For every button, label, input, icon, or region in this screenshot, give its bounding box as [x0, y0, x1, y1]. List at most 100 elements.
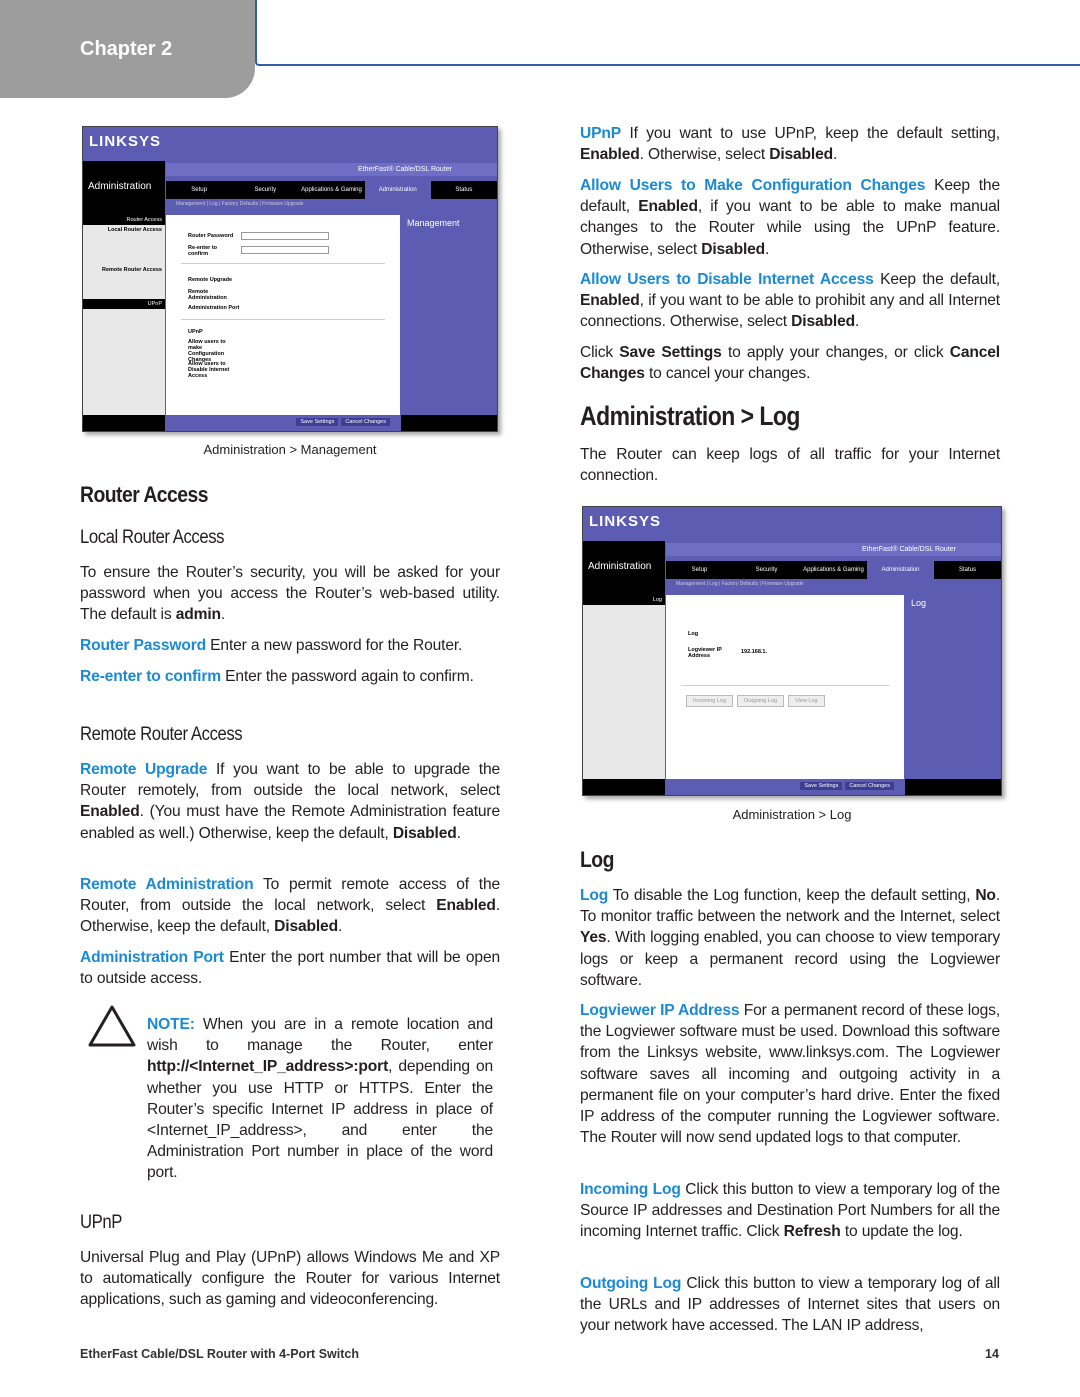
term-label: Administration Port	[80, 949, 224, 966]
label-local: Local Router Access	[107, 227, 162, 233]
chapter-tab: Chapter 2	[0, 0, 255, 98]
bottom-strip	[583, 779, 665, 795]
save-settings-button: Save Settings	[296, 418, 339, 426]
main-tabs: Setup Security Applications & Gaming Adm…	[166, 181, 497, 199]
text: .	[456, 824, 461, 842]
divider	[681, 685, 889, 686]
text: . Otherwise, select	[639, 146, 770, 164]
linksys-logo: LINKSYS	[89, 133, 162, 150]
text: . With logging enabled, you can choose t…	[580, 929, 1000, 989]
section-title: Administration	[88, 181, 152, 192]
view-log-button: View Log	[788, 695, 825, 707]
text: to update the log.	[840, 1223, 963, 1241]
label-remote: Remote Router Access	[101, 267, 162, 273]
warning-triangle-icon	[88, 1005, 136, 1047]
term-label: Logviewer IP Address	[580, 1002, 740, 1019]
header-frame	[255, 0, 1080, 66]
figure-caption: Administration > Log	[732, 807, 852, 822]
figure-management-screenshot: LINKSYS Administration EtherFast® Cable/…	[82, 126, 498, 432]
cancel-changes-button: Cancel Changes	[845, 782, 894, 790]
term-label: Re-enter to confirm	[80, 668, 221, 685]
text: When you are in a remote location and wi…	[147, 1016, 493, 1055]
button-bar: Save Settings Cancel Changes	[166, 415, 400, 431]
cancel-changes-button: Cancel Changes	[341, 418, 390, 426]
text: Click	[580, 344, 620, 361]
bold-text: Yes	[580, 929, 607, 947]
subtabs: Management | Log | Factory Defaults | Fi…	[666, 579, 1001, 589]
text: .	[220, 606, 226, 624]
term-label: Router Password	[80, 637, 206, 654]
main-tabs: Setup Security Applications & Gaming Adm…	[666, 561, 1001, 579]
text: Universal Plug and Play (UPnP) allows Wi…	[80, 1249, 500, 1309]
text: Enter the password again to confirm.	[220, 668, 474, 685]
text: The Router can keep logs of all traffic …	[580, 446, 1000, 485]
save-settings-button: Save Settings	[800, 782, 843, 790]
bold-text: admin	[175, 606, 221, 624]
text: , depending on whether you use HTTP or H…	[147, 1058, 493, 1182]
paragraph: Re-enter to confirm Enter the password a…	[80, 666, 500, 687]
settings-content: Router Password Re-enter to confirm Remo…	[166, 215, 400, 415]
term-label: Log	[580, 887, 609, 904]
paragraph: Outgoing Log Click this button to view a…	[580, 1273, 1000, 1337]
text: Keep the default,	[873, 271, 1001, 288]
row-logviewer-ip: Logviewer IP Address	[688, 647, 722, 659]
paragraph: UPnP If you want to use UPnP, keep the d…	[580, 123, 1000, 165]
text: To ensure the Router’s security, you wil…	[80, 564, 500, 624]
row-reenter: Re-enter to confirm	[188, 245, 218, 257]
help-panel: Log	[905, 595, 1001, 779]
outgoing-log-button: Outgoing Log	[737, 695, 785, 707]
bottom-strip	[401, 415, 497, 431]
paragraph: To ensure the Router’s security, you wil…	[80, 562, 500, 626]
row-allow-disable: Allow users to Disable Internet Access	[188, 361, 230, 379]
confirm-field	[241, 246, 329, 254]
term-label: NOTE:	[147, 1016, 195, 1033]
help-title: Log	[911, 598, 927, 608]
text: For a permanent record of these logs, th…	[580, 1002, 1000, 1147]
bold-text: Disabled	[274, 918, 338, 936]
paragraph: Log To disable the Log function, keep th…	[580, 885, 1000, 991]
term-label: Allow Users to Disable Internet Access	[580, 271, 874, 288]
heading-router-access: Router Access	[80, 482, 209, 507]
term-label: Incoming Log	[580, 1181, 681, 1198]
row-remote-admin: Remote Administration	[188, 289, 227, 301]
term-label: Outgoing Log	[580, 1275, 682, 1292]
bold-text: http://<Internet_IP_address>:port	[147, 1058, 389, 1076]
paragraph: Incoming Log Click this button to view a…	[580, 1179, 1000, 1243]
figure-log-screenshot: LINKSYS Administration EtherFast® Cable/…	[582, 506, 1002, 796]
tab-security: Security	[254, 187, 277, 193]
row-allow-config: Allow users to make Configuration Change…	[188, 339, 226, 363]
label-log: Log	[583, 595, 665, 605]
paragraph: Click Save Settings to apply your change…	[580, 342, 1000, 384]
tab-applications: Applications & Gaming	[301, 187, 362, 193]
help-title: Management	[407, 218, 460, 228]
text: .	[833, 146, 838, 164]
bold-text: Disabled	[392, 824, 457, 842]
ip-prefix: 192.168.1.	[741, 649, 767, 655]
bold-text: Refresh	[783, 1223, 841, 1241]
text: .	[854, 313, 860, 331]
paragraph: Universal Plug and Play (UPnP) allows Wi…	[80, 1247, 500, 1311]
bold-text: Enabled	[580, 292, 640, 310]
product-name: EtherFast® Cable/DSL Router	[666, 543, 1001, 556]
divider	[181, 319, 385, 320]
term-label: Remote Administration	[80, 876, 254, 893]
bold-text: Disabled	[701, 240, 766, 258]
incoming-log-button: Incoming Log	[686, 695, 734, 707]
text: to cancel your changes.	[644, 365, 811, 383]
settings-content: Log Logviewer IP Address 192.168.1. Inco…	[666, 595, 904, 779]
bold-text: Disabled	[791, 313, 855, 331]
bottom-strip	[83, 415, 165, 431]
text: to apply your changes, or click	[721, 344, 950, 361]
text: .	[337, 918, 343, 936]
row-router-password: Router Password	[188, 233, 234, 239]
heading-log: Log	[580, 847, 614, 872]
row-remote-upgrade: Remote Upgrade	[188, 277, 233, 283]
term-label: Remote Upgrade	[80, 761, 208, 778]
paragraph: The Router can keep logs of all traffic …	[580, 444, 1000, 486]
bottom-strip	[905, 779, 1001, 795]
tab-administration: Administration	[867, 561, 934, 579]
bold-text: Save Settings	[619, 344, 722, 361]
term-label: Allow Users to Make Configuration Change…	[580, 177, 926, 194]
text: To disable the Log function, keep the de…	[608, 887, 976, 904]
tab-status: Status	[455, 187, 473, 193]
